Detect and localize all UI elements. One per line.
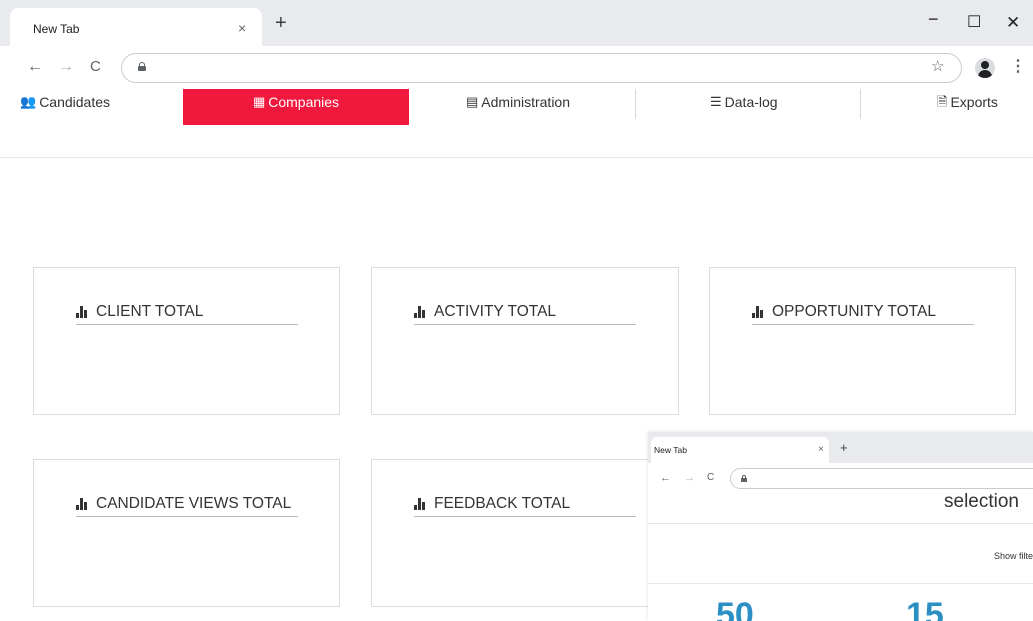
browser-menu-icon[interactable]: ⋮ <box>1010 58 1026 76</box>
nav-item-exports[interactable]: 🗎 Exports <box>937 89 998 125</box>
card-title-text: ACTIVITY TOTAL <box>434 303 557 320</box>
card-activity-total: ACTIVITY TOTAL <box>371 267 679 415</box>
nav-item-administration[interactable]: ▤ Administration <box>466 89 570 125</box>
overlay-tab-close-icon[interactable]: × <box>818 444 824 455</box>
nav-item-label: Candidates <box>39 94 111 110</box>
card-title-text: FEEDBACK TOTAL <box>434 495 571 512</box>
browser-toolbar: ← → C ☆ ⋮ <box>0 46 1033 89</box>
nav-item-companies[interactable]: ▦ Companies <box>183 89 409 125</box>
overlay-browser-tab[interactable]: New Tab × <box>651 437 829 463</box>
overlay-tabstrip: New Tab × + <box>648 432 1033 463</box>
lock-icon[interactable] <box>138 62 146 71</box>
card-title: CANDIDATE VIEWS TOTAL <box>76 495 298 517</box>
bar-chart-icon <box>752 306 764 318</box>
building-icon: ▦ <box>252 94 266 109</box>
nav-item-candidates[interactable]: 👥 Candidates <box>20 89 110 125</box>
overlay-address-bar[interactable] <box>730 468 1033 489</box>
card-opportunity-total: OPPORTUNITY TOTAL <box>709 267 1016 415</box>
overlay-browser-window[interactable]: New Tab × + ← → C selection Show filte 5… <box>648 432 1033 621</box>
show-filter-link[interactable]: Show filte <box>994 551 1033 561</box>
browser-tabstrip: New Tab × + − ☐ ✕ <box>0 0 1033 46</box>
back-arrow-icon[interactable]: ← <box>27 58 43 76</box>
overlay-tab-title: New Tab <box>654 445 687 455</box>
reload-icon[interactable]: C <box>90 58 101 76</box>
overlay-forward-arrow-icon[interactable]: → <box>684 472 695 484</box>
card-title: FEEDBACK TOTAL <box>414 495 636 517</box>
nav-item-label: Exports <box>950 94 998 110</box>
overlay-toolbar: ← → C <box>648 463 1033 493</box>
nav-divider <box>860 89 861 119</box>
overlay-divider <box>648 523 1033 524</box>
bar-chart-icon <box>414 306 426 318</box>
lock-icon[interactable] <box>741 475 747 482</box>
tab-title: New Tab <box>33 22 80 36</box>
nav-item-label: Data-log <box>724 94 778 110</box>
app-nav: 👥 Candidates ▦ Companies ▤ Administratio… <box>0 89 1033 125</box>
card-title: OPPORTUNITY TOTAL <box>752 303 974 325</box>
address-bar[interactable] <box>121 53 962 83</box>
bar-chart-icon <box>414 498 426 510</box>
minimize-icon[interactable]: − <box>928 10 939 28</box>
section-divider <box>0 157 1033 158</box>
stat-value: 50 <box>716 596 754 621</box>
file-export-icon: 🗎 <box>937 94 948 109</box>
card-title: CLIENT TOTAL <box>76 303 298 325</box>
new-tab-icon[interactable]: + <box>275 13 287 33</box>
overlay-reload-icon[interactable]: C <box>707 472 714 484</box>
overlay-divider <box>648 583 1033 584</box>
profile-avatar-icon[interactable] <box>975 58 995 78</box>
nav-item-label: Administration <box>481 94 570 110</box>
bookmark-star-icon[interactable]: ☆ <box>931 58 944 75</box>
nav-item-data-log[interactable]: ☰ Data-log <box>710 89 778 125</box>
card-title: ACTIVITY TOTAL <box>414 303 636 325</box>
overlay-new-tab-icon[interactable]: + <box>840 441 848 454</box>
card-client-total: CLIENT TOTAL <box>33 267 340 415</box>
nav-divider <box>635 89 636 119</box>
users-icon: 👥 <box>20 94 37 109</box>
nav-item-label: Companies <box>268 94 340 110</box>
overlay-back-arrow-icon[interactable]: ← <box>660 472 671 484</box>
card-title-text: CANDIDATE VIEWS TOTAL <box>96 495 292 512</box>
tab-close-icon[interactable]: × <box>238 20 246 36</box>
overlay-heading: selection <box>944 491 1019 512</box>
stat-value: 15 <box>906 596 944 621</box>
list-icon: ☰ <box>710 94 722 109</box>
card-candidate-views-total: CANDIDATE VIEWS TOTAL <box>33 459 340 607</box>
card-feedback-total: FEEDBACK TOTAL <box>371 459 679 607</box>
bar-chart-icon <box>76 306 88 318</box>
close-window-icon[interactable]: ✕ <box>1006 14 1020 31</box>
maximize-icon[interactable]: ☐ <box>967 15 981 31</box>
bar-chart-icon <box>76 498 88 510</box>
card-title-text: OPPORTUNITY TOTAL <box>772 303 936 320</box>
forward-arrow-icon[interactable]: → <box>58 58 74 76</box>
card-title-text: CLIENT TOTAL <box>96 303 204 320</box>
browser-tab[interactable]: New Tab × <box>10 8 262 46</box>
calculator-icon: ▤ <box>466 94 479 109</box>
